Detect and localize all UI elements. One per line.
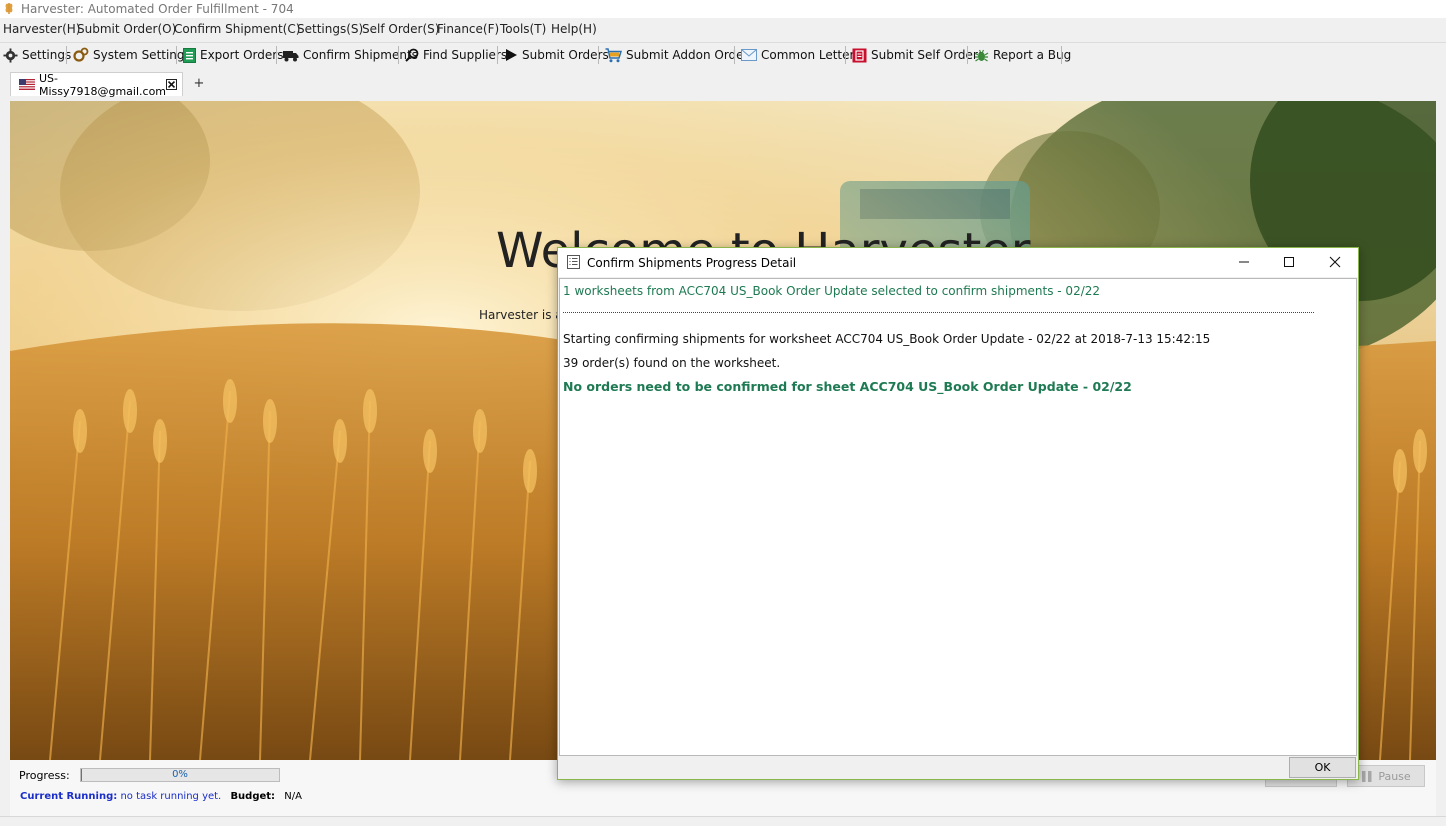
log-divider: [563, 312, 1314, 314]
progress-label: Progress:: [19, 769, 70, 782]
menu-submit-order[interactable]: Submit Order(O): [77, 22, 176, 36]
envelope-icon: [741, 49, 757, 61]
log-line-selected: 1 worksheets from ACC704 US_Book Order U…: [563, 284, 1101, 298]
toolbar-separator: [66, 46, 67, 64]
minimize-button[interactable]: [1234, 253, 1254, 271]
window-title: Harvester: Automated Order Fulfillment -…: [21, 2, 294, 16]
menu-tools[interactable]: Tools(T): [500, 22, 546, 36]
bottom-status-strip: [0, 816, 1446, 826]
common-letters-button[interactable]: Common Letters: [741, 46, 861, 64]
menu-harvester[interactable]: Harvester(H): [3, 22, 80, 36]
us-flag-icon: [19, 79, 35, 90]
account-tabstrip: US-Missy7918@gmail.com +: [0, 70, 1446, 98]
toolbar-separator: [967, 46, 968, 64]
minimize-icon: [1239, 261, 1249, 263]
menu-settings[interactable]: Settings(S): [297, 22, 363, 36]
menu-finance[interactable]: Finance(F): [437, 22, 499, 36]
budget-value: N/A: [284, 791, 302, 802]
progress-log: 1 worksheets from ACC704 US_Book Order U…: [559, 278, 1357, 756]
dialog-titlebar[interactable]: Confirm Shipments Progress Detail: [558, 248, 1358, 277]
log-line-starting: Starting confirming shipments for worksh…: [563, 332, 1211, 346]
receipt-icon: [852, 48, 867, 62]
window-titlebar: Harvester: Automated Order Fulfillment -…: [0, 0, 1446, 18]
maximize-button[interactable]: [1279, 253, 1299, 271]
confirm-shipments-progress-dialog: Confirm Shipments Progress Detail 1 work…: [557, 247, 1359, 780]
submit-orders-label: Submit Orders: [522, 48, 609, 62]
submit-addon-orders-button[interactable]: Submit Addon Orders: [605, 46, 755, 64]
close-icon: [1329, 256, 1341, 268]
ok-button[interactable]: OK: [1289, 757, 1356, 778]
menu-help[interactable]: Help(H): [551, 22, 597, 36]
shopping-cart-icon: [605, 47, 622, 62]
toolbar-separator: [276, 46, 277, 64]
bug-icon: [974, 49, 989, 61]
submit-self-orders-button[interactable]: Submit Self Orders: [852, 46, 984, 64]
menu-self-order[interactable]: Self Order(S): [362, 22, 439, 36]
submit-addon-orders-label: Submit Addon Orders: [626, 48, 755, 62]
close-button[interactable]: [1325, 253, 1345, 271]
menu-confirm-shipment[interactable]: Confirm Shipment(C): [174, 22, 300, 36]
toolbar: Settings System Settings Export Orders C…: [0, 42, 1446, 66]
export-orders-button[interactable]: Export Orders: [183, 46, 283, 64]
toolbar-separator: [845, 46, 846, 64]
gears-icon: [73, 47, 89, 62]
spreadsheet-icon: [183, 47, 196, 63]
welcome-subtext: Harvester is a: [479, 308, 563, 322]
current-running: Current Running: no task running yet. Bu…: [20, 791, 302, 802]
report-bug-label: Report a Bug: [993, 48, 1072, 62]
pause-icon: [1362, 770, 1372, 782]
dialog-title: Confirm Shipments Progress Detail: [587, 256, 797, 270]
progress-bar: 0%: [80, 768, 280, 782]
menu-bar: Harvester(H) Submit Order(O) Confirm Shi…: [0, 19, 1446, 39]
log-line-found: 39 order(s) found on the worksheet.: [563, 356, 781, 370]
gear-icon: [3, 47, 18, 63]
confirm-shipments-label: Confirm Shipments: [303, 48, 418, 62]
log-line-none: No orders need to be confirmed for sheet…: [563, 379, 1132, 394]
system-settings-button[interactable]: System Settings: [73, 46, 191, 64]
tab-label: US-Missy7918@gmail.com: [38, 71, 167, 98]
add-tab-button[interactable]: +: [188, 76, 210, 96]
find-suppliers-label: Find Suppliers: [423, 48, 508, 62]
tab-us-missy7918[interactable]: US-Missy7918@gmail.com: [10, 71, 183, 98]
find-suppliers-button[interactable]: Find Suppliers: [405, 46, 507, 64]
toolbar-separator: [176, 46, 177, 64]
toolbar-separator: [398, 46, 399, 64]
wheat-app-icon: [5, 3, 13, 14]
play-icon: [506, 49, 517, 61]
export-orders-label: Export Orders: [200, 48, 284, 62]
truck-icon: [283, 50, 299, 61]
toolbar-separator: [497, 46, 498, 64]
toolbar-separator: [734, 46, 735, 64]
budget-label: Budget:: [230, 791, 276, 802]
submit-orders-button[interactable]: Submit Orders: [505, 46, 609, 64]
list-document-icon: [567, 255, 580, 269]
current-running-label: Current Running:: [20, 791, 118, 802]
toolbar-separator: [1061, 46, 1062, 64]
pause-label: Pause: [1378, 769, 1411, 783]
current-running-value: no task running yet.: [120, 791, 222, 802]
settings-label: Settings: [22, 48, 72, 62]
report-bug-button[interactable]: Report a Bug: [974, 46, 1071, 64]
toolbar-separator: [598, 46, 599, 64]
progress-percent: 0%: [172, 769, 188, 780]
close-tab-icon[interactable]: [166, 79, 177, 90]
settings-button[interactable]: Settings: [3, 46, 71, 64]
maximize-icon: [1284, 257, 1294, 267]
magnifier-icon: [405, 48, 419, 62]
